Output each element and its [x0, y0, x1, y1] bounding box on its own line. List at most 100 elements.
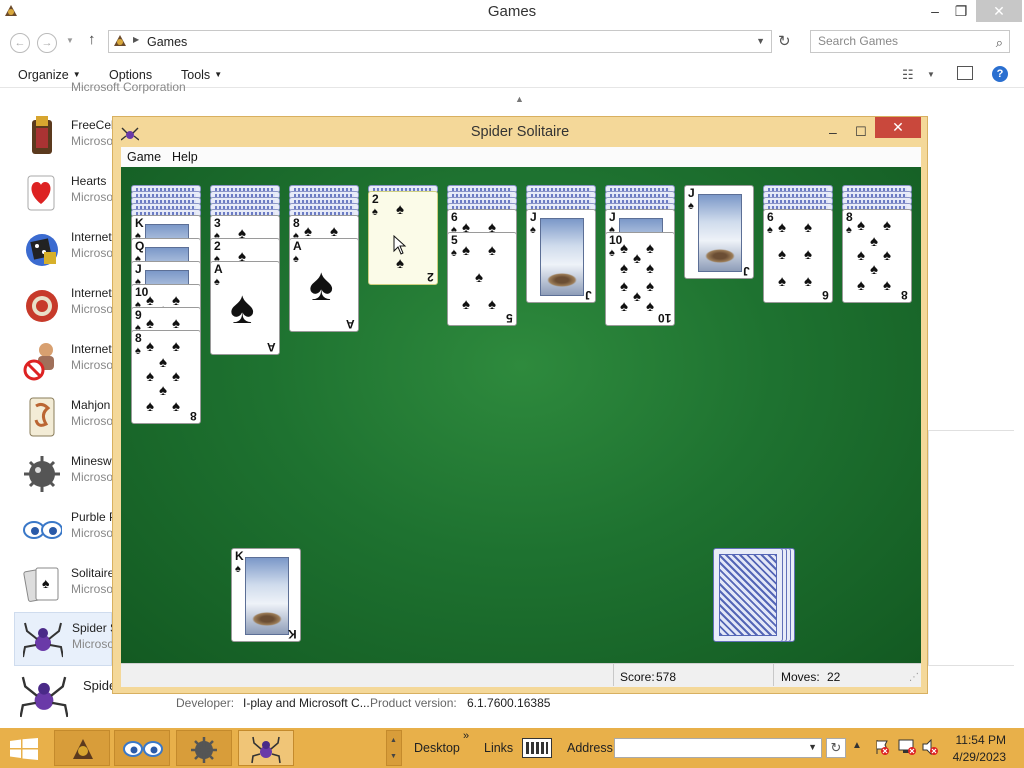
- action-center-flag-icon[interactable]: [874, 739, 890, 758]
- spade-icon: ♠: [159, 354, 167, 371]
- taskbar-spider-solitaire[interactable]: [238, 730, 294, 766]
- restore-button[interactable]: ❐: [946, 0, 976, 22]
- hearts-icon: [22, 170, 64, 216]
- status-divider: [773, 664, 774, 686]
- explorer-title-bar: Games – ❐ ✕: [0, 0, 1024, 24]
- completed-suit-king: K ♠ K: [231, 548, 301, 642]
- help-icon[interactable]: ?: [992, 66, 1008, 82]
- list-item-spider-solitaire[interactable]: Spider S Microso: [14, 612, 118, 666]
- list-item-minesweeper[interactable]: Minesw Microso: [14, 446, 113, 502]
- stock-card-back[interactable]: [713, 548, 783, 642]
- address-dropdown-icon[interactable]: ▼: [756, 36, 765, 46]
- solitaire-cards-icon: ♠: [22, 562, 64, 608]
- preview-pane-icon[interactable]: [957, 66, 973, 80]
- spider-maximize-button[interactable]: ☐: [855, 117, 867, 147]
- moves-value: 22: [827, 670, 841, 684]
- card-rank: 6: [451, 210, 458, 224]
- keyboard-icon[interactable]: [522, 738, 552, 758]
- playing-card[interactable]: 8♠♠♠♠♠♠♠♠♠8: [842, 209, 912, 303]
- card-rank: J: [743, 264, 750, 278]
- list-item-freecell[interactable]: FreeCell Microso: [14, 110, 116, 166]
- list-item-internet-backgammon[interactable]: Internet Microso: [14, 222, 113, 278]
- view-dropdown-icon[interactable]: ▼: [927, 70, 935, 79]
- status-divider: [613, 664, 614, 686]
- list-item-mahjong[interactable]: Mahjon Microso: [14, 390, 113, 446]
- winter-nest-art-icon: [540, 218, 584, 296]
- playing-card[interactable]: 5 ♠ ♠ ♠ ♠ ♠ ♠ 5: [447, 232, 517, 326]
- spade-icon: ♠: [870, 261, 878, 278]
- view-options-icon[interactable]: ☷: [902, 67, 914, 83]
- explorer-title: Games: [487, 3, 537, 20]
- network-icon[interactable]: [898, 739, 916, 758]
- person-blocked-icon: [22, 338, 64, 384]
- playing-card[interactable]: J♠J: [526, 209, 596, 303]
- search-icon[interactable]: ⌕: [996, 32, 1003, 53]
- taskbar-purble-place[interactable]: [114, 730, 170, 766]
- spade-icon: ♠: [462, 296, 470, 313]
- spider-minimize-button[interactable]: –: [829, 117, 837, 147]
- list-item-internet-checkers[interactable]: Internet Microso: [14, 278, 113, 334]
- recent-pages-chevron-icon[interactable]: ▼: [66, 36, 74, 45]
- list-item-purble-place[interactable]: Purble P Microso: [14, 502, 117, 558]
- list-item-solitaire[interactable]: ♠ Solitaire Microso: [14, 558, 114, 614]
- scroll-up-icon[interactable]: ▲: [515, 94, 524, 104]
- playing-card[interactable]: A ♠ ♠ A: [289, 238, 359, 332]
- card-rank: 10: [657, 311, 671, 325]
- spade-icon: ♠: [172, 398, 180, 415]
- desktop-toolbar[interactable]: Desktop: [414, 741, 460, 755]
- playing-card[interactable]: 10♠♠♠♠♠♠♠♠♠♠♠10: [605, 232, 675, 326]
- list-item-hearts[interactable]: Hearts Microso: [14, 166, 113, 222]
- card-rank: 8: [901, 288, 908, 302]
- spade-icon: ♠: [778, 219, 786, 236]
- list-item-internet-spades[interactable]: Internet Microso: [14, 334, 113, 390]
- card-rank: 8: [846, 210, 853, 224]
- playing-card[interactable]: 8♠♠♠♠♠♠♠♠♠8: [131, 330, 201, 424]
- start-button[interactable]: [10, 738, 38, 763]
- forward-icon[interactable]: →: [37, 33, 57, 53]
- taskbar-address-input[interactable]: ▼: [614, 738, 822, 758]
- taskbar-minesweeper[interactable]: [176, 730, 232, 766]
- spade-icon: ♠: [883, 247, 891, 264]
- clock-time[interactable]: 11:54 PM: [956, 733, 1006, 747]
- breadcrumb-games[interactable]: Games: [147, 35, 187, 49]
- volume-muted-icon[interactable]: [922, 738, 938, 758]
- search-input[interactable]: Search Games ⌕: [810, 30, 1010, 53]
- card-rank: J: [609, 210, 616, 224]
- clock-date[interactable]: 4/29/2023: [953, 750, 1006, 764]
- spade-icon: ♠: [620, 298, 628, 315]
- close-button[interactable]: ✕: [976, 0, 1022, 22]
- back-icon[interactable]: ←: [10, 33, 30, 53]
- card-rank: 8: [190, 409, 197, 423]
- refresh-icon[interactable]: ↻: [778, 32, 791, 50]
- playing-card[interactable]: 6♠♠♠♠♠♠♠6: [763, 209, 833, 303]
- card-rank: 5: [506, 311, 513, 325]
- spider-icon: [19, 670, 69, 727]
- card-rank: Q: [135, 239, 145, 253]
- tools-menu[interactable]: Tools ▼: [181, 68, 222, 82]
- playing-card[interactable]: J♠J: [684, 185, 754, 279]
- card-rank: 8: [293, 216, 300, 230]
- grip-up-icon: ▲: [390, 737, 397, 744]
- chevron-more-icon[interactable]: »: [463, 730, 469, 742]
- toolbar-grip[interactable]: ▲ ▼: [386, 730, 402, 766]
- resize-grip-icon[interactable]: ⋰: [909, 672, 919, 683]
- spade-icon: ♠: [146, 338, 154, 355]
- score-value: 578: [656, 670, 677, 684]
- menu-help[interactable]: Help: [172, 150, 198, 164]
- spade-icon: ♠: [883, 277, 891, 294]
- address-bar[interactable]: ▶ Games ▼: [108, 30, 772, 53]
- address-dropdown-icon[interactable]: ▼: [808, 742, 817, 752]
- taskbar-games-explorer[interactable]: [54, 730, 110, 766]
- spade-icon: ♠: [146, 398, 154, 415]
- show-hidden-icons-icon[interactable]: ▲: [852, 740, 862, 751]
- spade-icon: ♠: [870, 233, 878, 250]
- spider-title-bar[interactable]: Spider Solitaire – ☐ ✕: [113, 117, 927, 147]
- menu-game[interactable]: Game: [127, 150, 161, 164]
- links-toolbar[interactable]: Links: [484, 741, 513, 755]
- up-arrow-icon[interactable]: ↑: [88, 31, 96, 48]
- spade-icon: ♠: [159, 382, 167, 399]
- breadcrumb-separator-icon[interactable]: ▶: [133, 35, 139, 44]
- playing-card[interactable]: A ♠ ♠ A: [210, 261, 280, 355]
- refresh-icon[interactable]: ↻: [826, 738, 846, 758]
- spider-close-button[interactable]: ✕: [875, 117, 921, 138]
